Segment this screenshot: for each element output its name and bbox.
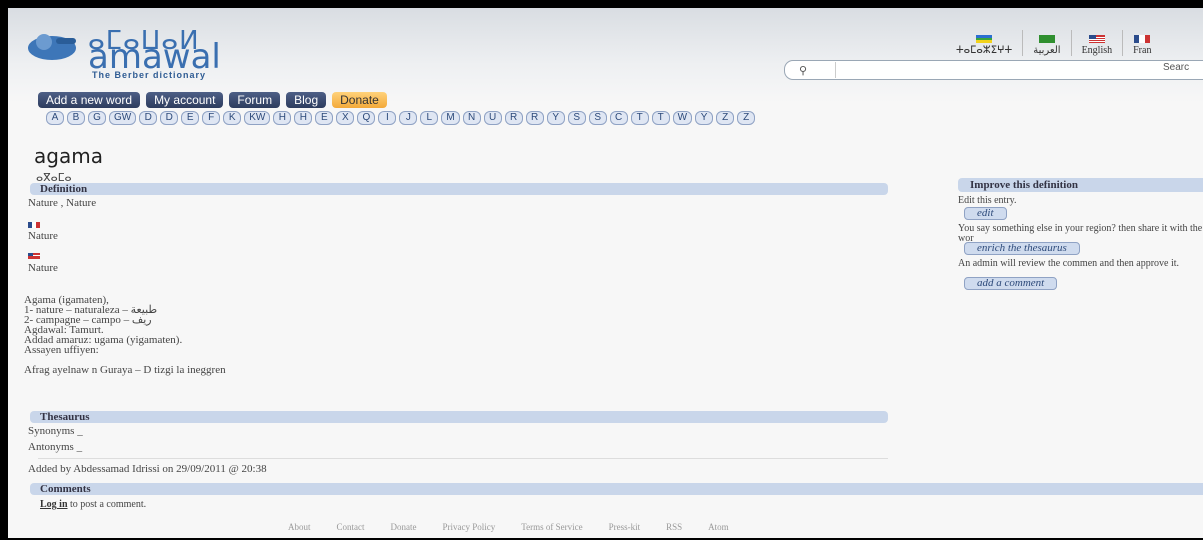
lang-label: العربية [1033,45,1061,56]
alphabet-letter[interactable]: E [315,111,334,125]
alphabet-letter[interactable]: KW [244,111,271,125]
alphabet-letter[interactable]: U [483,111,502,125]
search-input[interactable] [835,62,1160,78]
edit-text: Edit this entry. [958,195,1017,206]
us-flag-icon [28,253,40,259]
body-line: Afrag ayelnaw n Guraya – D tizgi la ineg… [24,364,226,376]
forum-button[interactable]: Forum [229,92,281,108]
alphabet-bar: A B G GW D D E F K KW H H E X Q I J L M N U R R Y S S C T T W Y Z Z [46,111,756,125]
lang-tifinagh[interactable]: ⵜⴰⵎⴰⵣⵉⵖⵜ [946,30,1024,56]
footer-link[interactable]: Press-kit [609,522,641,532]
comments-header: Comments [30,483,1203,495]
login-text: to post a comment. [70,499,147,510]
lang-label: English [1081,45,1113,56]
lang-label: Fran [1133,45,1152,56]
alphabet-letter[interactable]: B [67,111,85,125]
added-by: Added by Abdessamad Idrissi on 29/09/201… [28,463,267,475]
alphabet-letter[interactable]: T [651,111,670,125]
add-word-button[interactable]: Add a new word [38,92,141,108]
alphabet-letter[interactable]: Z [716,111,735,125]
alphabet-letter[interactable]: E [181,111,200,125]
enrich-text: You say something else in your region? t… [958,223,1203,244]
add-comment-button[interactable]: add a comment [964,277,1058,290]
alphabet-letter[interactable]: D [160,111,179,125]
improve-header: Improve this definition [958,178,1203,192]
entry-word: agama [34,144,103,168]
tifinagh-flag-icon [976,35,993,43]
my-account-button[interactable]: My account [146,92,224,108]
alphabet-letter[interactable]: C [609,111,628,125]
lang-arabic[interactable]: العربية [1023,30,1072,56]
language-switcher: ⵜⴰⵎⴰⵣⵉⵖⵜ العربية English Fran [946,26,1161,56]
english-definition: Nature [28,262,58,274]
divider [38,458,888,459]
alphabet-letter[interactable]: X [336,111,355,125]
search-icon[interactable]: ⚲ [799,64,807,77]
footer: About Contact Donate Privacy Policy Term… [288,522,729,532]
login-link[interactable]: Log in [40,499,68,510]
alphabet-letter[interactable]: Q [357,111,376,125]
main-nav: Add a new word My account Forum Blog Don… [38,92,387,108]
footer-link[interactable]: Donate [391,522,417,532]
alphabet-letter[interactable]: F [202,111,221,125]
alphabet-letter[interactable]: S [567,111,586,125]
footer-link[interactable]: Terms of Service [521,522,582,532]
alphabet-letter[interactable]: D [139,111,158,125]
alphabet-letter[interactable]: I [378,111,397,125]
lang-label: ⵜⴰⵎⴰⵣⵉⵖⵜ [956,45,1013,56]
alphabet-letter[interactable]: Y [695,111,714,125]
french-flag-icon [1134,35,1151,43]
alphabet-letter[interactable]: H [294,111,313,125]
logo-tagline: The Berber dictionary [92,70,207,80]
footer-link[interactable]: About [288,522,311,532]
enrich-thesaurus-button[interactable]: enrich the thesaurus [964,242,1080,255]
alphabet-letter[interactable]: H [273,111,292,125]
alphabet-letter[interactable]: N [462,111,481,125]
thesaurus-header: Thesaurus [30,411,888,423]
alphabet-letter[interactable]: Z [737,111,756,125]
search-bar: ⚲ Searc [784,60,1203,80]
synonyms: Synonyms _ [28,425,83,437]
comment-text: An admin will review the commen and then… [958,258,1180,269]
alphabet-letter[interactable]: R [525,111,544,125]
definition-line: Nature , Nature [28,197,97,209]
footer-link[interactable]: Privacy Policy [443,522,496,532]
edit-button[interactable]: edit [964,207,1007,220]
logo-word[interactable]: amawal [88,40,221,74]
alphabet-letter[interactable]: Y [546,111,565,125]
alphabet-letter[interactable]: T [630,111,649,125]
alphabet-letter[interactable]: G [88,111,106,125]
footer-link[interactable]: Atom [708,522,729,532]
alphabet-letter[interactable]: A [46,111,64,125]
page: ⴰⵎⴰⵡⴰⵍ amawal The Berber dictionary ⵜⴰⵎⴰ… [8,8,1203,538]
arabic-flag-icon [1038,35,1055,43]
footer-link[interactable]: RSS [666,522,682,532]
alphabet-letter[interactable]: GW [109,111,137,125]
logo-figure-icon [28,34,76,60]
alphabet-letter[interactable]: R [504,111,523,125]
french-definition: Nature [28,230,58,242]
blog-button[interactable]: Blog [286,92,327,108]
lang-french[interactable]: Fran [1123,30,1161,56]
login-prompt: Log in to post a comment. [40,499,146,510]
definition-header: Definition [30,183,888,195]
entry-body: Agama (igamaten), 1- nature – naturaleza… [24,295,226,376]
lang-english[interactable]: English [1072,30,1124,56]
alphabet-letter[interactable]: K [223,111,242,125]
us-flag-icon [1088,35,1105,43]
body-line: Assayen uffiyen: [24,344,99,356]
alphabet-letter[interactable]: L [420,111,439,125]
french-flag-icon [28,222,40,228]
search-button[interactable]: Searc [1163,62,1189,73]
alphabet-letter[interactable]: J [399,111,418,125]
alphabet-letter[interactable]: S [588,111,607,125]
alphabet-letter[interactable]: W [672,111,693,125]
alphabet-letter[interactable]: M [441,111,460,125]
footer-link[interactable]: Contact [337,522,365,532]
antonyms: Antonyms _ [28,441,83,453]
donate-button[interactable]: Donate [332,92,387,108]
